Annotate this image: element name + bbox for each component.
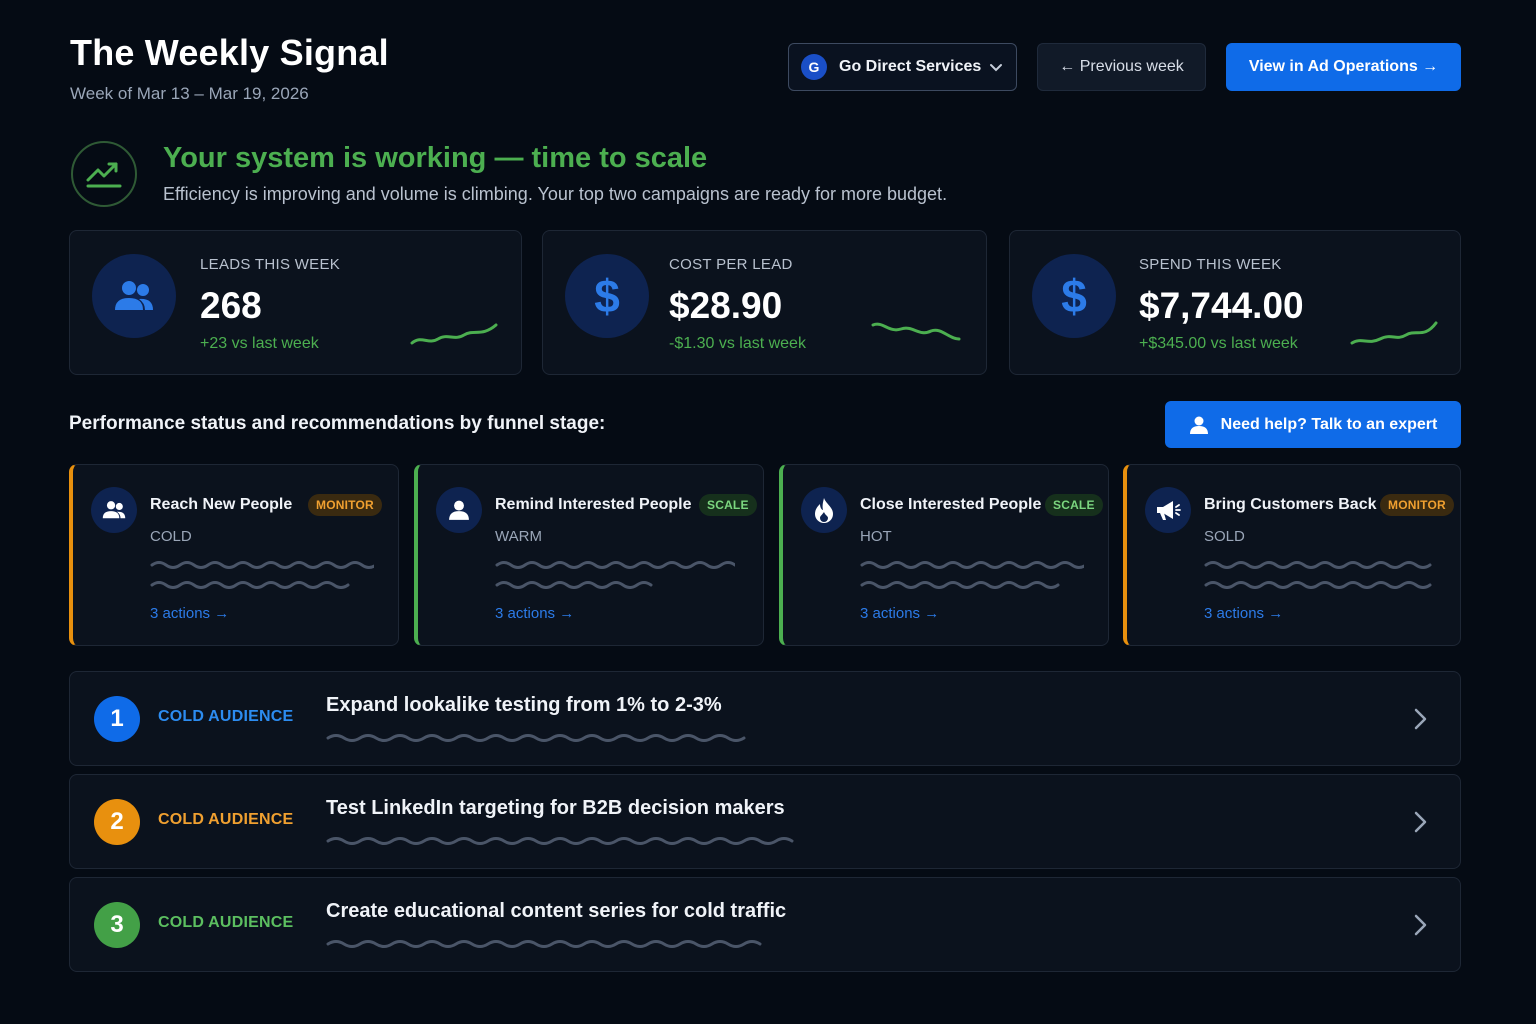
stage-name: Remind Interested People (495, 496, 692, 513)
user-icon (1189, 416, 1208, 434)
kpi-label: SPEND THIS WEEK (1139, 256, 1282, 273)
week-range: Week of Mar 13 – Mar 19, 2026 (70, 84, 309, 103)
kpi-value: 268 (200, 285, 262, 326)
dollar-icon: $ (1032, 254, 1116, 338)
kpi-card-spend: $ SPEND THIS WEEK $7,744.00 +$345.00 vs … (1009, 230, 1461, 375)
chevron-down-icon (990, 64, 1002, 72)
kpi-value: $7,744.00 (1139, 285, 1304, 326)
flame-icon (801, 487, 847, 533)
stage-name: Close Interested People (860, 496, 1042, 513)
chevron-right-icon[interactable] (1408, 809, 1432, 835)
megaphone-icon (1145, 487, 1191, 533)
kpi-card-leads: LEADS THIS WEEK 268 +23 vs last week (69, 230, 522, 375)
users-icon (92, 254, 176, 338)
audience-label: COLD AUDIENCE (158, 708, 294, 725)
kpi-delta: +$345.00 vs last week (1139, 335, 1298, 352)
sparkline (871, 322, 961, 341)
users-icon (91, 487, 137, 533)
rank-number: 2 (94, 799, 140, 845)
stage-name: Reach New People (150, 496, 293, 513)
stage-temperature: HOT (860, 528, 892, 545)
stage-actions-link[interactable]: 3 actions → (495, 605, 574, 622)
placeholder-text-lines (150, 561, 374, 589)
funnel-stage-card[interactable]: Reach New People MONITOR COLD 3 actions … (69, 464, 399, 646)
funnel-stage-card[interactable]: Bring Customers Back MONITOR SOLD 3 acti… (1123, 464, 1461, 646)
kpi-label: COST PER LEAD (669, 256, 793, 273)
status-headline: Your system is working — time to scale (163, 142, 708, 174)
funnel-stage-card[interactable]: Remind Interested People SCALE WARM 3 ac… (414, 464, 764, 646)
recommendation-title: Create educational content series for co… (326, 900, 787, 922)
rank-number: 1 (94, 696, 140, 742)
stage-temperature: COLD (150, 528, 192, 545)
recommendation-title: Expand lookalike testing from 1% to 2-3% (326, 694, 722, 716)
recommendation-title: Test LinkedIn targeting for B2B decision… (326, 797, 785, 819)
funnel-stage-card[interactable]: Close Interested People SCALE HOT 3 acti… (779, 464, 1109, 646)
kpi-label: LEADS THIS WEEK (200, 256, 341, 273)
talk-to-expert-button[interactable]: Need help? Talk to an expert (1165, 401, 1461, 448)
sparkline (1350, 321, 1438, 345)
status-description: Efficiency is improving and volume is cl… (163, 184, 948, 204)
recommendation-row[interactable]: 2 COLD AUDIENCE Test LinkedIn targeting … (69, 774, 1461, 869)
placeholder-text-line (326, 940, 762, 948)
chevron-right-icon[interactable] (1408, 912, 1432, 938)
funnel-section-title: Performance status and recommendations b… (69, 413, 606, 434)
stage-temperature: SOLD (1204, 528, 1245, 545)
rank-number: 3 (94, 902, 140, 948)
placeholder-text-lines (495, 561, 735, 589)
stage-actions-link[interactable]: 3 actions → (150, 605, 229, 622)
sparkline (410, 323, 498, 345)
account-name: Go Direct Services (839, 58, 982, 75)
chevron-right-icon[interactable] (1408, 706, 1432, 732)
page-title: The Weekly Signal (70, 32, 389, 73)
status-badge: MONITOR (1380, 494, 1454, 516)
dollar-icon: $ (565, 254, 649, 338)
stage-actions-link[interactable]: 3 actions → (860, 605, 939, 622)
kpi-delta: +23 vs last week (200, 335, 319, 352)
trending-up-icon (71, 141, 137, 207)
placeholder-text-line (326, 734, 746, 742)
audience-label: COLD AUDIENCE (158, 811, 294, 828)
account-avatar: G (801, 54, 827, 80)
stage-actions-link[interactable]: 3 actions → (1204, 605, 1283, 622)
audience-label: COLD AUDIENCE (158, 914, 294, 931)
placeholder-text-line (326, 837, 794, 845)
account-selector[interactable]: G Go Direct Services (788, 43, 1017, 91)
status-badge: MONITOR (308, 494, 382, 516)
help-button-label: Need help? Talk to an expert (1220, 415, 1438, 433)
recommendation-row[interactable]: 3 COLD AUDIENCE Create educational conte… (69, 877, 1461, 972)
user-icon (436, 487, 482, 533)
kpi-delta: -$1.30 vs last week (669, 335, 806, 352)
stage-temperature: WARM (495, 528, 542, 545)
status-badge: SCALE (1045, 494, 1103, 516)
previous-week-button[interactable]: ← Previous week (1037, 43, 1206, 91)
status-badge: SCALE (699, 494, 757, 516)
placeholder-text-lines (860, 561, 1084, 589)
recommendation-row[interactable]: 1 COLD AUDIENCE Expand lookalike testing… (69, 671, 1461, 766)
kpi-card-cost-per-lead: $ COST PER LEAD $28.90 -$1.30 vs last we… (542, 230, 987, 375)
kpi-value: $28.90 (669, 285, 783, 326)
stage-name: Bring Customers Back (1204, 496, 1377, 513)
placeholder-text-lines (1204, 561, 1432, 589)
view-in-ad-operations-button[interactable]: View in Ad Operations → (1226, 43, 1461, 91)
